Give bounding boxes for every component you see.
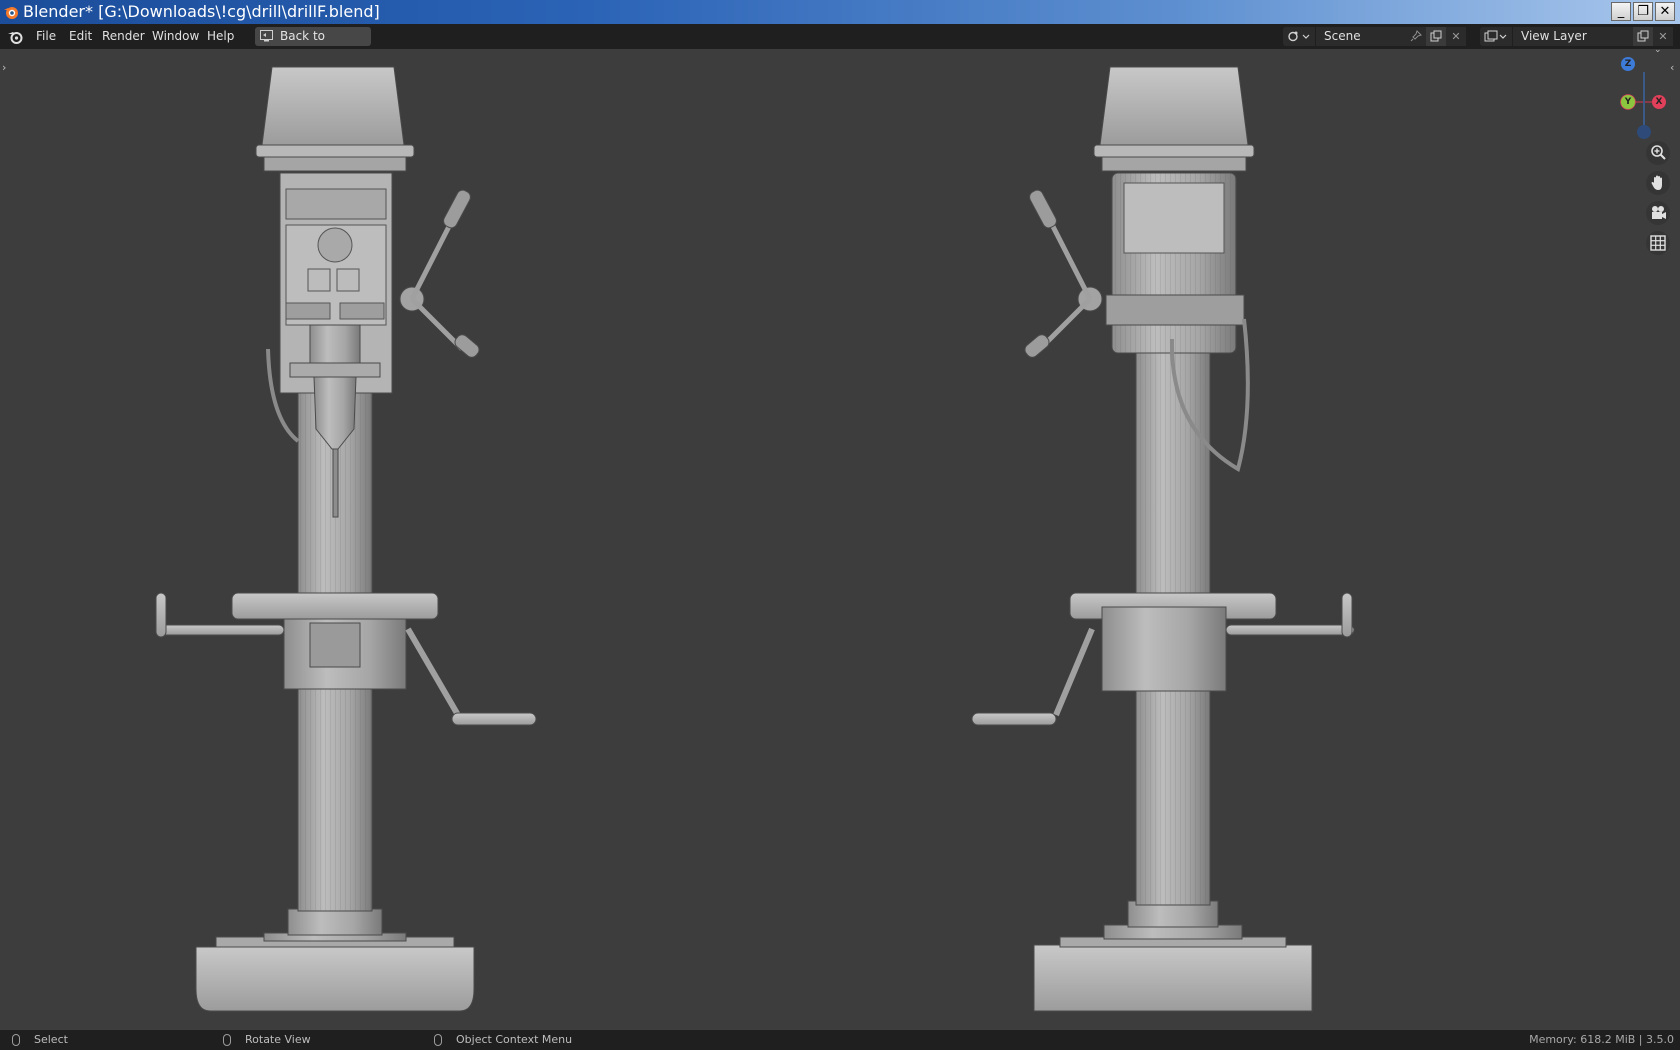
scene-browse-dropdown[interactable]	[1283, 27, 1315, 46]
new-view-layer-icon[interactable]	[1633, 27, 1653, 46]
y-axis-icon[interactable]: Y	[1621, 95, 1635, 109]
mouse-right-icon	[434, 1034, 442, 1046]
drill-press-front-model[interactable]	[155, 66, 537, 1012]
scene-selector: Scene ✕	[1283, 27, 1466, 46]
view-layer-icon	[1484, 30, 1507, 42]
blender-logo-icon	[4, 7, 18, 19]
perspective-toggle-control[interactable]	[1646, 231, 1670, 255]
screen-back-icon	[260, 30, 273, 42]
pan-control[interactable]	[1646, 171, 1670, 195]
blender-menu-icon[interactable]	[7, 29, 23, 45]
view-layer-name: View Layer	[1521, 29, 1587, 43]
new-scene-icon[interactable]	[1426, 27, 1446, 46]
zoom-control[interactable]	[1646, 141, 1670, 165]
hand-icon	[1651, 175, 1662, 190]
x-axis-icon[interactable]: X	[1652, 95, 1666, 109]
minimize-button[interactable]: _	[1611, 2, 1631, 21]
view-layer-browse-dropdown[interactable]	[1480, 27, 1512, 46]
drill-press-back-model[interactable]	[971, 66, 1355, 1012]
menu-help[interactable]: Help	[205, 24, 236, 49]
zoom-icon	[1651, 145, 1666, 160]
neg-z-axis-icon[interactable]	[1637, 125, 1651, 139]
camera-view-control[interactable]	[1646, 201, 1670, 225]
status-context-menu: Object Context Menu	[456, 1033, 573, 1046]
view-layer-name-field[interactable]: View Layer	[1513, 27, 1633, 46]
delete-view-layer-icon[interactable]: ✕	[1653, 27, 1673, 46]
menu-file[interactable]: File	[34, 24, 58, 49]
view-layer-selector: View Layer ✕	[1480, 27, 1676, 46]
memory-usage: Memory: 618.2 MiB | 3.5.0	[1529, 1033, 1674, 1046]
status-select: Select	[34, 1033, 68, 1046]
scene-render	[155, 66, 1355, 1012]
menu-render[interactable]: Render	[100, 24, 147, 49]
mouse-middle-icon	[223, 1034, 231, 1046]
3d-viewport[interactable]: › ‹ ⌄ X Z Y	[0, 45, 1680, 1030]
mouse-left-icon	[12, 1034, 20, 1046]
pin-scene-icon[interactable]	[1406, 27, 1426, 46]
scene-name-field[interactable]: Scene	[1316, 27, 1406, 46]
status-rotate-view: Rotate View	[245, 1033, 311, 1046]
window-title: Blender* [G:\Downloads\!cg\drill\drillF.…	[23, 2, 380, 21]
window-title-bar: Blender* [G:\Downloads\!cg\drill\drillF.…	[0, 0, 1680, 24]
delete-scene-icon[interactable]: ✕	[1446, 27, 1466, 46]
close-button[interactable]: ✕	[1655, 2, 1675, 21]
top-menu-bar: File Edit Render Window Help Back to Pre…	[0, 24, 1680, 62]
scene-name: Scene	[1324, 29, 1361, 43]
z-axis-icon[interactable]: Z	[1621, 57, 1635, 71]
status-bar: Select Rotate View Object Context Menu M…	[0, 1030, 1680, 1050]
grid-icon	[1650, 235, 1666, 251]
restore-button[interactable]: ❐	[1633, 2, 1653, 21]
menu-edit[interactable]: Edit	[67, 24, 94, 49]
scene-icon	[1288, 31, 1310, 42]
camera-icon	[1652, 206, 1666, 219]
back-to-previous-button[interactable]: Back to Previous	[255, 27, 371, 62]
menu-window[interactable]: Window	[150, 24, 201, 49]
